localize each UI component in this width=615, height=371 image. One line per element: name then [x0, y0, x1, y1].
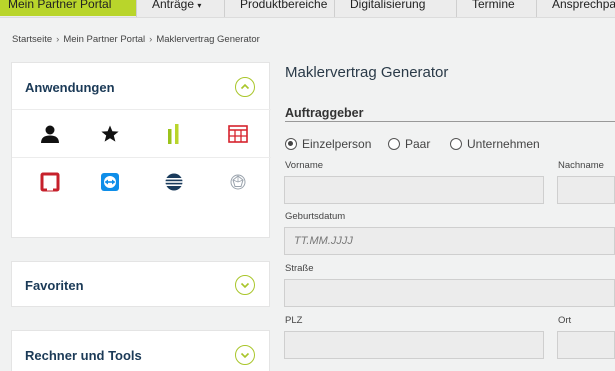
star-icon[interactable]: [78, 110, 142, 158]
teamviewer-icon[interactable]: [78, 158, 142, 206]
breadcrumb-startseite[interactable]: Startseite: [12, 34, 52, 45]
nav-divider: [224, 0, 225, 17]
chevron-down-icon[interactable]: [235, 275, 255, 295]
breadcrumb-mein-partner-portal[interactable]: Mein Partner Portal: [63, 34, 145, 45]
chevron-right-icon: ›: [56, 34, 60, 45]
vorname-label: Vorname: [285, 160, 324, 171]
chevron-down-icon: ▾: [197, 1, 202, 10]
strasse-field[interactable]: [284, 279, 615, 307]
nav-tab-label: Anträge: [152, 0, 195, 11]
chevron-down-icon[interactable]: [235, 345, 255, 365]
vorname-field[interactable]: [284, 176, 544, 204]
ort-field[interactable]: [557, 331, 615, 359]
person-icon[interactable]: [18, 110, 82, 158]
chevron-up-icon[interactable]: [235, 77, 255, 97]
nav-tab-digitalisierung[interactable]: Digitalisierung: [346, 0, 429, 16]
radio-einzelperson[interactable]: Einzelperson: [285, 137, 371, 151]
nav-tab-antraege[interactable]: Anträge ▾: [148, 0, 205, 16]
section-title: Auftraggeber: [285, 106, 364, 120]
nav-divider: [456, 0, 457, 17]
network-icon[interactable]: [206, 158, 270, 206]
radio-circle: [450, 138, 462, 150]
radio-label: Unternehmen: [467, 137, 540, 151]
nav-tab-produktbereiche[interactable]: Produktbereiche: [236, 0, 331, 16]
rechner-title: Rechner und Tools: [25, 348, 142, 363]
nav-tab-termine[interactable]: Termine: [468, 0, 519, 16]
anwendungen-title: Anwendungen: [25, 80, 115, 95]
apps-row: [12, 109, 271, 157]
plz-field[interactable]: [284, 331, 544, 359]
ort-label: Ort: [558, 315, 572, 326]
anwendungen-panel: Anwendungen: [11, 62, 271, 238]
radio-circle: [388, 138, 400, 150]
nachname-label: Nachname: [558, 160, 604, 171]
radio-label: Einzelperson: [302, 137, 372, 151]
plz-label: PLZ: [285, 315, 303, 326]
page-title: Maklervertrag Generator: [285, 64, 449, 81]
radio-paar[interactable]: Paar: [388, 137, 430, 151]
breadcrumb-current: Maklervertrag Generator: [156, 34, 260, 45]
rechner-panel[interactable]: Rechner und Tools: [11, 330, 270, 371]
globe-stripes-icon[interactable]: [142, 158, 206, 206]
strasse-label: Straße: [285, 263, 314, 274]
favoriten-panel[interactable]: Favoriten: [11, 261, 270, 307]
geburtsdatum-field[interactable]: TT.MM.JJJJ: [284, 227, 615, 255]
nav-tab-mein-partner-portal[interactable]: Mein Partner Portal: [0, 0, 136, 16]
nav-divider: [334, 0, 335, 17]
favoriten-title: Favoriten: [25, 278, 84, 293]
nav-tab-ansprechpartner[interactable]: Ansprechpartner: [548, 0, 615, 16]
chevron-right-icon: ›: [149, 34, 153, 45]
section-divider: [285, 121, 615, 122]
radio-circle: [285, 138, 297, 150]
green-bars-icon[interactable]: [142, 110, 206, 158]
radio-label: Paar: [405, 137, 431, 151]
radio-unternehmen[interactable]: Unternehmen: [450, 137, 540, 151]
nav-divider: [536, 0, 537, 17]
top-navigation: Mein Partner Portal Anträge ▾ Produktber…: [0, 0, 615, 18]
nachname-field[interactable]: [557, 176, 615, 204]
red-building-icon[interactable]: [206, 110, 270, 158]
geburtsdatum-label: Geburtsdatum: [285, 211, 346, 222]
breadcrumb: Startseite › Mein Partner Portal › Maklerver…: [12, 34, 260, 45]
red-square-icon[interactable]: [18, 158, 82, 206]
apps-row: [12, 157, 271, 205]
nav-divider: [136, 0, 137, 17]
